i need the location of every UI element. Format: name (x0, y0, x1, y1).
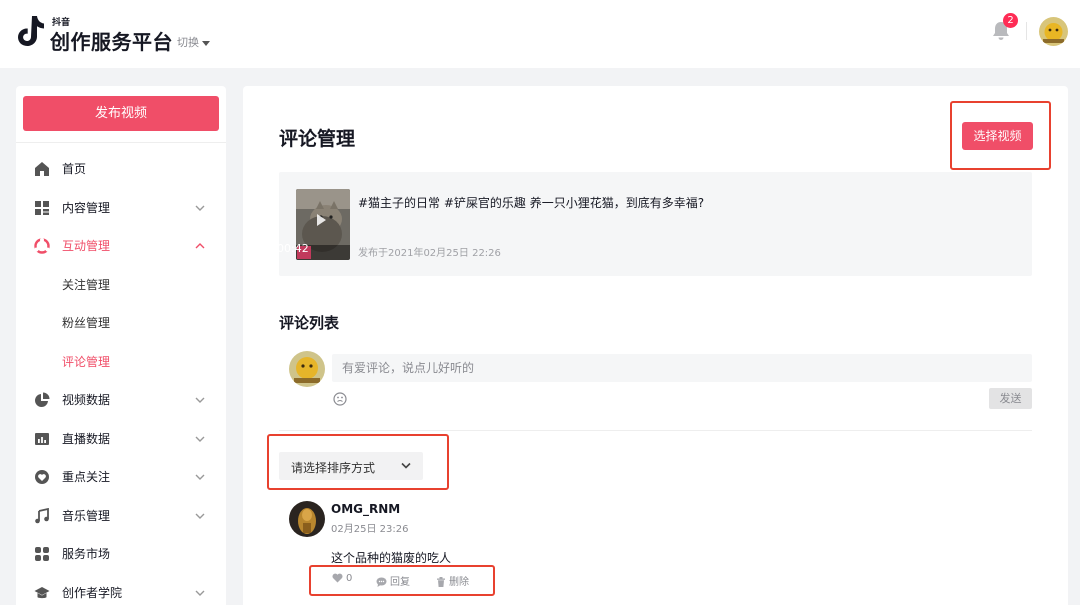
heart-icon (35, 470, 49, 484)
avatar-image (289, 351, 325, 387)
delete-button[interactable]: 删除 (436, 573, 469, 588)
chevron-down-icon (195, 590, 205, 596)
sidebar-item-label: 互动管理 (62, 239, 111, 253)
apps-icon (35, 547, 49, 561)
sidebar-item-focus[interactable]: 重点关注 (16, 458, 226, 496)
sidebar-subitem-label: 关注管理 (62, 278, 111, 292)
sidebar-item-music[interactable]: 音乐管理 (16, 497, 226, 535)
page-title: 评论管理 (279, 128, 356, 150)
comment-bubble-icon (376, 577, 387, 587)
douyin-logo-icon[interactable] (16, 14, 46, 48)
like-button[interactable]: 0 (332, 573, 352, 584)
music-icon (35, 508, 49, 524)
sidebar-item-interaction[interactable]: 互动管理 (16, 227, 226, 265)
sort-select[interactable]: 请选择排序方式 (279, 452, 423, 480)
brand-name: 创作服务平台 (50, 30, 173, 54)
pie-chart-icon (35, 392, 50, 407)
like-count: 0 (346, 573, 353, 584)
reply-label: 回复 (390, 577, 410, 588)
avatar-image (1039, 17, 1068, 46)
bar-chart-icon (35, 433, 49, 445)
caret-down-icon (202, 40, 210, 46)
user-avatar[interactable] (1039, 17, 1068, 46)
sidebar-item-home[interactable]: 首页 (16, 150, 226, 188)
sidebar-item-market[interactable]: 服务市场 (16, 535, 226, 573)
graduation-cap-icon (34, 587, 50, 599)
video-duration: 00:42 (277, 242, 309, 255)
sidebar-subitem-label: 粉丝管理 (62, 316, 111, 330)
main-panel: 评论管理 选择视频 #猫主子的日常 #铲屎官的乐趣 养一只小狸花猫，到底有多幸福… (243, 86, 1068, 605)
sidebar-item-content[interactable]: 内容管理 (16, 189, 226, 227)
reply-button[interactable]: 回复 (376, 573, 410, 588)
comment-time: 02月25日 23:26 (331, 524, 409, 535)
sidebar-item-label: 重点关注 (62, 470, 111, 484)
sidebar-item-academy[interactable]: 创作者学院 (16, 574, 226, 605)
notification-badge: 2 (1003, 13, 1018, 28)
video-title: #猫主子的日常 #铲屎官的乐趣 养一只小狸花猫，到底有多幸福? (358, 196, 705, 210)
sidebar-item-label: 创作者学院 (62, 586, 123, 600)
delete-label: 删除 (449, 577, 469, 588)
chevron-down-icon (195, 205, 205, 211)
sidebar-divider (16, 142, 226, 143)
sort-placeholder: 请选择排序方式 (291, 461, 376, 475)
home-icon (35, 162, 49, 176)
sidebar-item-label: 内容管理 (62, 201, 111, 215)
emoji-icon[interactable] (333, 392, 347, 406)
sidebar: 发布视频 首页 内容管理 互动管理 关注管理 粉丝管理 评论管理 视频数据 直播… (16, 86, 226, 605)
video-card[interactable]: #猫主子的日常 #铲屎官的乐趣 养一只小狸花猫，到底有多幸福? 发布于2021年… (279, 172, 1032, 276)
chevron-down-icon (195, 513, 205, 519)
comment-input[interactable] (332, 354, 1032, 382)
publish-video-button[interactable]: 发布视频 (23, 96, 219, 131)
switch-dropdown[interactable]: 切换 (177, 34, 210, 50)
sidebar-subitem-fans[interactable]: 粉丝管理 (16, 304, 226, 342)
interaction-icon (34, 238, 50, 254)
section-divider (279, 430, 1032, 431)
comment-list-title: 评论列表 (279, 314, 340, 332)
sidebar-subitem-comments[interactable]: 评论管理 (16, 343, 226, 381)
sidebar-item-label: 首页 (62, 162, 87, 176)
comment-text: 这个品种的猫废的吃人 (331, 551, 452, 565)
sidebar-subitem-follow[interactable]: 关注管理 (16, 266, 226, 304)
chevron-down-icon (401, 462, 411, 469)
commenter-avatar[interactable] (289, 501, 325, 537)
sidebar-item-label: 视频数据 (62, 393, 111, 407)
grid-icon (35, 201, 49, 215)
switch-label: 切换 (177, 36, 199, 49)
avatar-image (289, 501, 325, 537)
select-video-button[interactable]: 选择视频 (962, 122, 1033, 150)
video-publish-date: 发布于2021年02月25日 22:26 (358, 248, 501, 259)
sidebar-subitem-label: 评论管理 (62, 355, 111, 369)
chevron-down-icon (195, 474, 205, 480)
comment-username[interactable]: OMG_RNM (331, 502, 400, 516)
trash-icon (437, 577, 445, 587)
sidebar-item-video-data[interactable]: 视频数据 (16, 381, 226, 419)
heart-icon (332, 573, 343, 583)
sidebar-item-live-data[interactable]: 直播数据 (16, 420, 226, 458)
chevron-down-icon (195, 436, 205, 442)
header-divider (1026, 22, 1027, 40)
send-button[interactable]: 发送 (989, 388, 1032, 409)
sidebar-item-label: 音乐管理 (62, 509, 111, 523)
top-header: 抖音 创作服务平台 切换 2 (0, 0, 1080, 68)
my-avatar (289, 351, 325, 387)
chevron-up-icon (195, 243, 205, 249)
chevron-down-icon (195, 397, 205, 403)
sidebar-item-label: 直播数据 (62, 432, 111, 446)
sidebar-item-label: 服务市场 (62, 547, 111, 561)
